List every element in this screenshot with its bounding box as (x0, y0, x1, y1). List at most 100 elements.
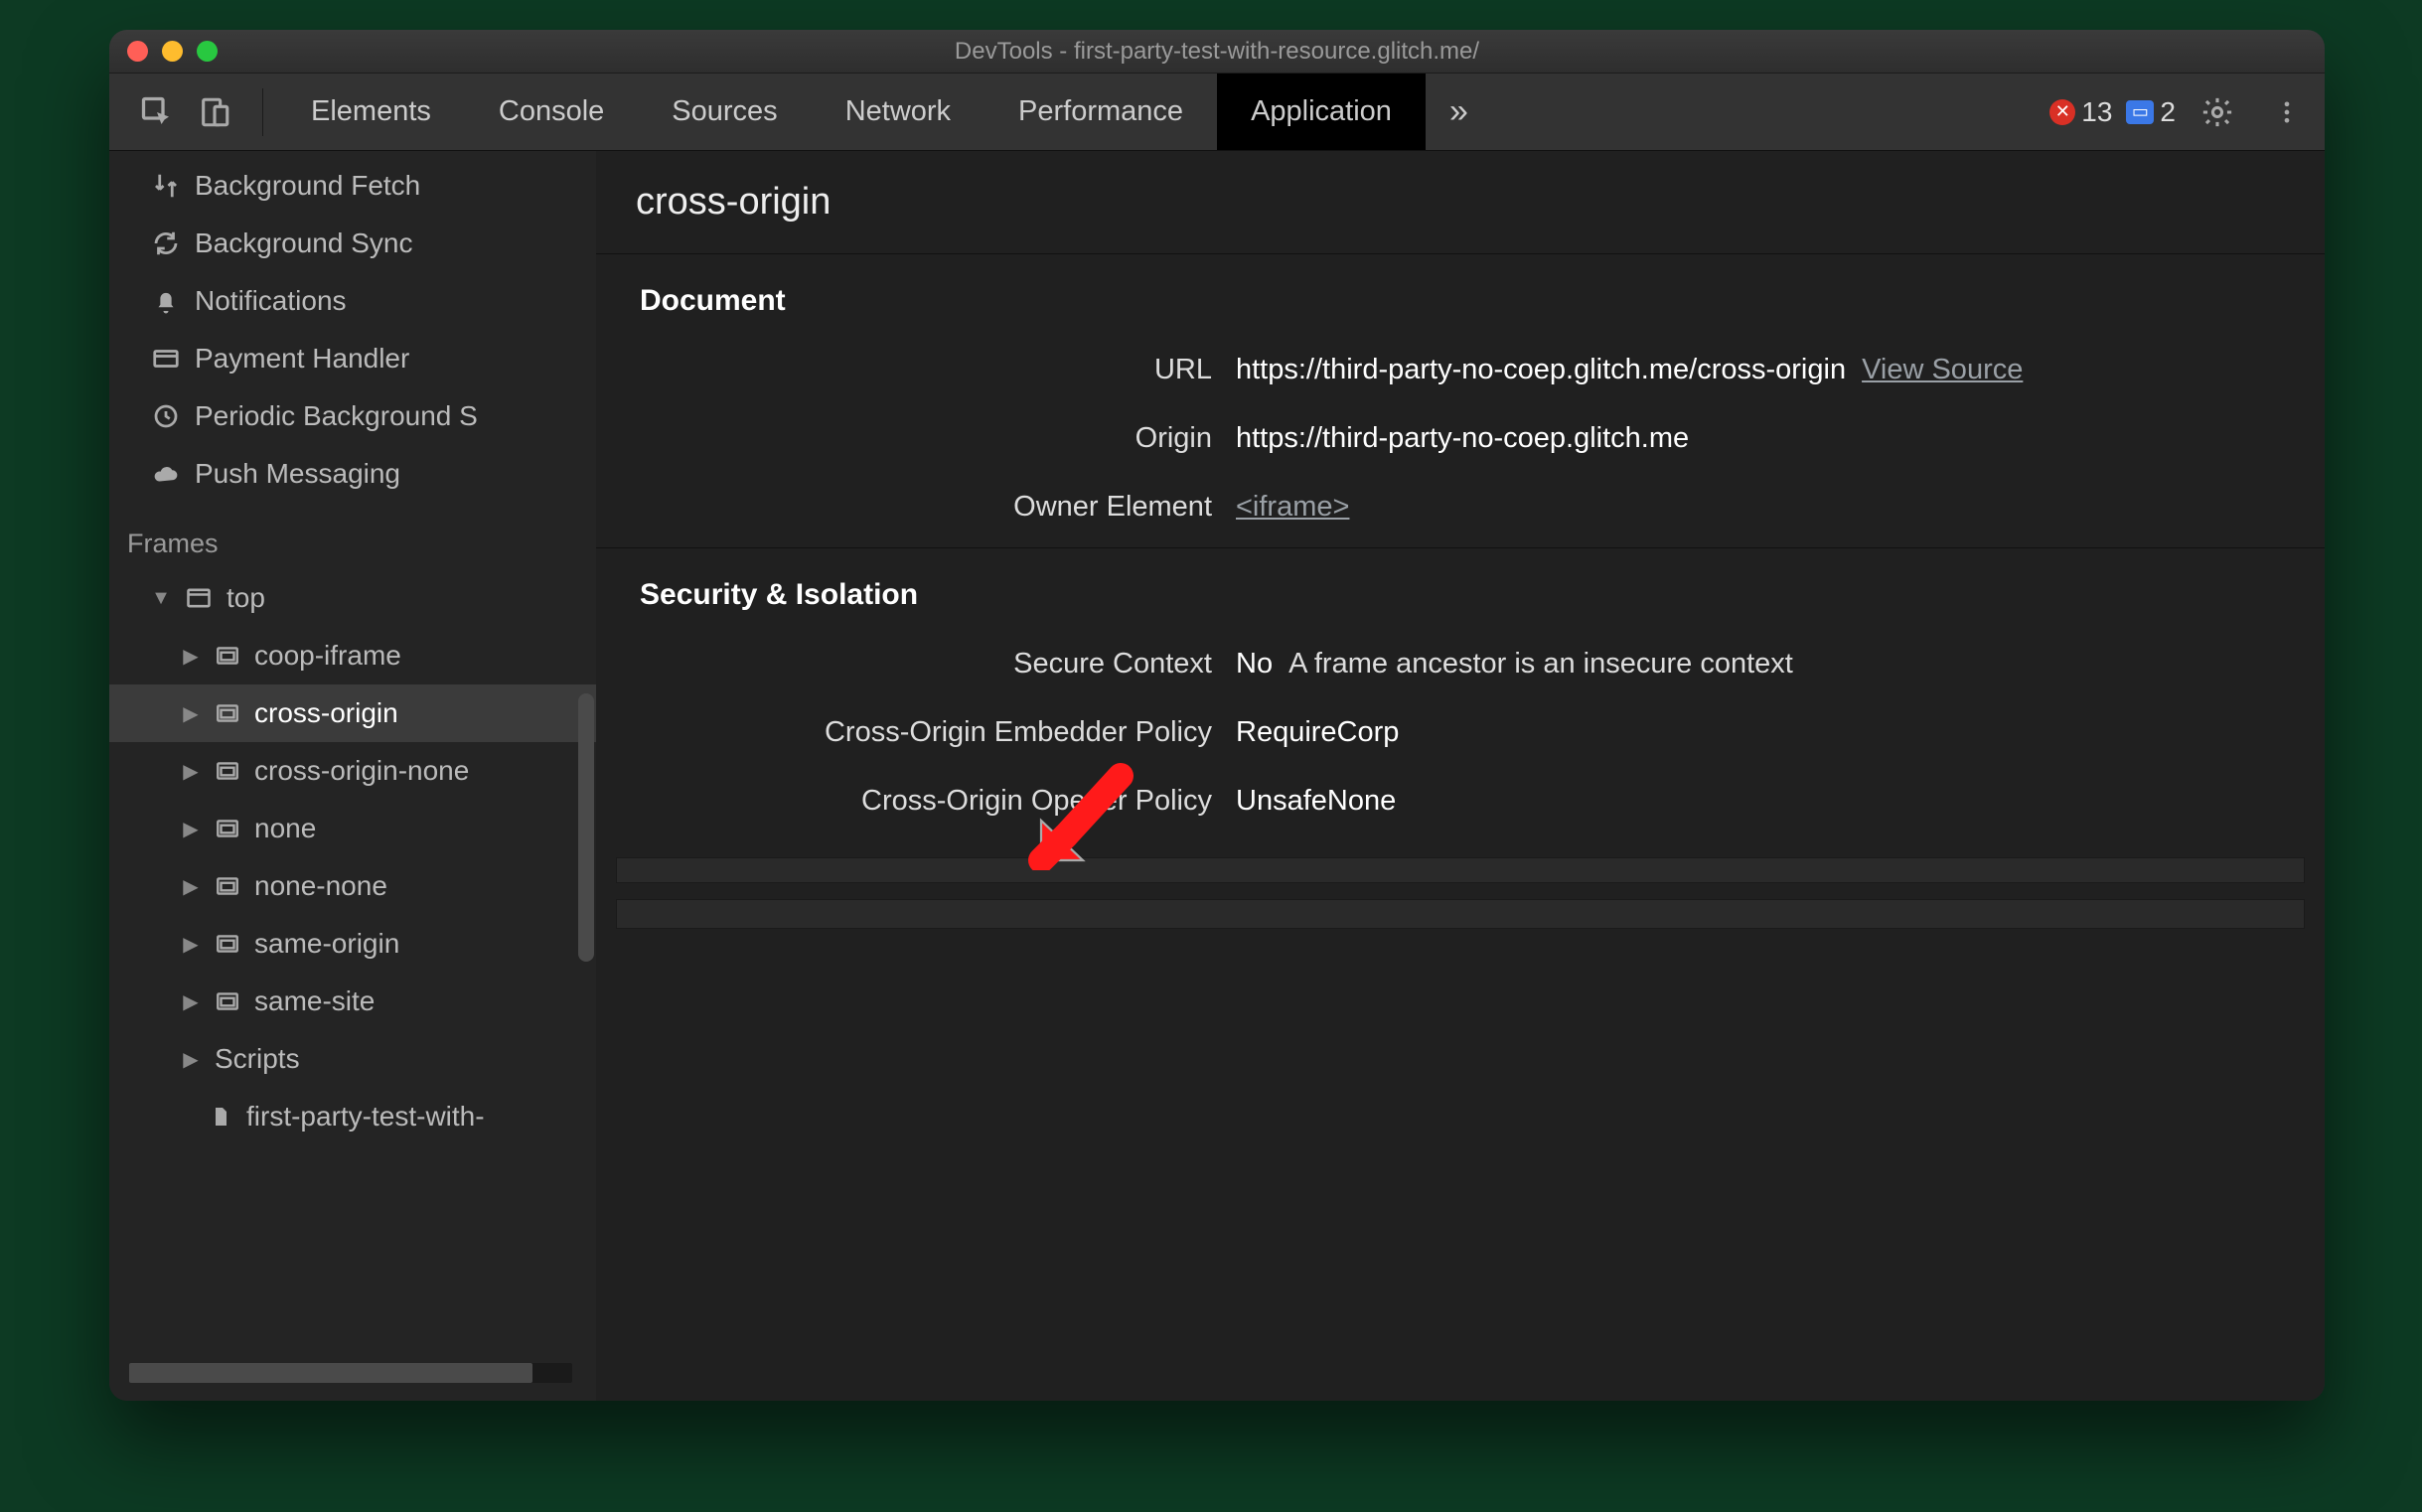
owner-element-link[interactable]: <iframe> (1236, 491, 1349, 524)
frame-item-none[interactable]: ▶ none (109, 800, 596, 857)
frame-label: none (254, 813, 316, 844)
sidebar-item-notifications[interactable]: Notifications (109, 272, 596, 330)
frame-item-same-origin[interactable]: ▶ same-origin (109, 915, 596, 973)
sidebar-horizontal-scrollbar-track[interactable] (129, 1363, 572, 1383)
caret-down-icon: ▼ (151, 587, 171, 610)
error-badge-icon: ✕ (2049, 99, 2075, 125)
application-sidebar: Background Fetch Background Sync Notific… (109, 151, 596, 1401)
sidebar-item-background-fetch[interactable]: Background Fetch (109, 157, 596, 215)
close-window-button[interactable] (127, 41, 148, 62)
frame-detail-pane: cross-origin Document URL https://third-… (596, 151, 2325, 1401)
url-value: https://third-party-no-coep.glitch.me/cr… (1236, 354, 1846, 386)
device-toolbar-icon[interactable] (191, 88, 238, 136)
frame-item-same-site[interactable]: ▶ same-site (109, 973, 596, 1030)
url-label: URL (596, 354, 1236, 386)
sidebar-item-push-messaging[interactable]: Push Messaging (109, 445, 596, 503)
settings-gear-icon[interactable] (2190, 84, 2245, 140)
caret-right-icon: ▶ (181, 989, 201, 1014)
window-title: DevTools - first-party-test-with-resourc… (109, 38, 2325, 66)
error-count: 13 (2081, 96, 2112, 128)
document-heading: Document (596, 254, 2325, 336)
row-secure-context: Secure Context No A frame ancestor is an… (596, 630, 2325, 698)
tab-sources[interactable]: Sources (638, 74, 811, 150)
row-url: URL https://third-party-no-coep.glitch.m… (596, 336, 2325, 404)
devtools-window: DevTools - first-party-test-with-resourc… (109, 30, 2325, 1401)
inspect-element-icon[interactable] (133, 88, 181, 136)
caret-right-icon: ▶ (181, 701, 201, 726)
coop-label: Cross-Origin Opener Policy (596, 785, 1236, 818)
document-icon (209, 1103, 232, 1131)
frame-item-none-none[interactable]: ▶ none-none (109, 857, 596, 915)
frame-icon (215, 643, 240, 669)
frame-icon (215, 873, 240, 899)
security-heading: Security & Isolation (596, 548, 2325, 630)
info-badge-icon: ▭ (2126, 100, 2154, 124)
zoom-window-button[interactable] (197, 41, 218, 62)
frame-label: none-none (254, 870, 387, 902)
sidebar-label: Background Sync (195, 227, 412, 259)
frame-icon (215, 758, 240, 784)
sidebar-label: Payment Handler (195, 343, 409, 375)
sidebar-vertical-scrollbar[interactable] (578, 693, 594, 962)
row-coep: Cross-Origin Embedder Policy RequireCorp (596, 698, 2325, 767)
caret-right-icon: ▶ (181, 759, 201, 784)
frame-item-coop-iframe[interactable]: ▶ coop-iframe (109, 627, 596, 684)
origin-value: https://third-party-no-coep.glitch.me (1236, 422, 1689, 455)
origin-label: Origin (596, 422, 1236, 455)
coep-value: RequireCorp (1236, 716, 1399, 749)
window-titlebar: DevTools - first-party-test-with-resourc… (109, 30, 2325, 74)
frame-label: same-origin (254, 928, 399, 960)
clock-icon (151, 401, 181, 431)
frame-item-cross-origin-none[interactable]: ▶ cross-origin-none (109, 742, 596, 800)
frame-item-cross-origin[interactable]: ▶ cross-origin (109, 684, 596, 742)
caret-right-icon: ▶ (181, 932, 201, 957)
frames-top-label: top (227, 582, 265, 614)
sidebar-item-payment-handler[interactable]: Payment Handler (109, 330, 596, 387)
sidebar-horizontal-scrollbar-thumb[interactable] (129, 1363, 532, 1383)
caret-right-icon: ▶ (181, 644, 201, 669)
frames-section-title: Frames (109, 509, 596, 569)
fetch-icon (151, 171, 181, 201)
secure-context-value: No (1236, 648, 1273, 680)
frame-label: coop-iframe (254, 640, 401, 672)
sidebar-label: Periodic Background S (195, 400, 478, 432)
caret-right-icon: ▶ (181, 817, 201, 841)
frame-item-scripts[interactable]: ▶ Scripts (109, 1030, 596, 1088)
view-source-link[interactable]: View Source (1862, 354, 2023, 386)
scripts-label: Scripts (215, 1043, 300, 1075)
frame-icon (215, 988, 240, 1014)
tabs-overflow-icon[interactable]: » (1426, 92, 1492, 131)
window-controls (127, 41, 218, 62)
frame-detail-title: cross-origin (596, 151, 2325, 254)
tab-application[interactable]: Application (1217, 74, 1426, 150)
frame-label: same-site (254, 985, 375, 1017)
frame-icon (215, 700, 240, 726)
owner-label: Owner Element (596, 491, 1236, 524)
caret-right-icon: ▶ (181, 1047, 201, 1072)
coep-label: Cross-Origin Embedder Policy (596, 716, 1236, 749)
sidebar-item-background-sync[interactable]: Background Sync (109, 215, 596, 272)
script-item[interactable]: first-party-test-with- (109, 1088, 596, 1145)
minimize-window-button[interactable] (162, 41, 183, 62)
frame-label: cross-origin (254, 697, 398, 729)
secure-context-note: A frame ancestor is an insecure context (1288, 648, 1793, 680)
devtools-tabbar: Elements Console Sources Network Perform… (109, 74, 2325, 151)
detail-horizontal-scrollbar[interactable] (616, 857, 2305, 883)
sync-icon (151, 228, 181, 258)
tab-network[interactable]: Network (812, 74, 984, 150)
console-issue-counts[interactable]: ✕ 13 ▭ 2 (2049, 96, 2176, 128)
tab-elements[interactable]: Elements (277, 74, 465, 150)
frames-top[interactable]: ▼ top (109, 569, 596, 627)
sidebar-label: Background Fetch (195, 170, 420, 202)
tab-performance[interactable]: Performance (984, 74, 1217, 150)
info-count: 2 (2160, 96, 2176, 128)
window-icon (185, 584, 213, 612)
row-coop: Cross-Origin Opener Policy UnsafeNone (596, 767, 2325, 835)
caret-right-icon: ▶ (181, 874, 201, 899)
frame-icon (215, 931, 240, 957)
sidebar-item-periodic-background-sync[interactable]: Periodic Background S (109, 387, 596, 445)
secure-context-label: Secure Context (596, 648, 1236, 680)
more-menu-icon[interactable] (2259, 84, 2315, 140)
tab-console[interactable]: Console (465, 74, 638, 150)
frame-label: cross-origin-none (254, 755, 469, 787)
